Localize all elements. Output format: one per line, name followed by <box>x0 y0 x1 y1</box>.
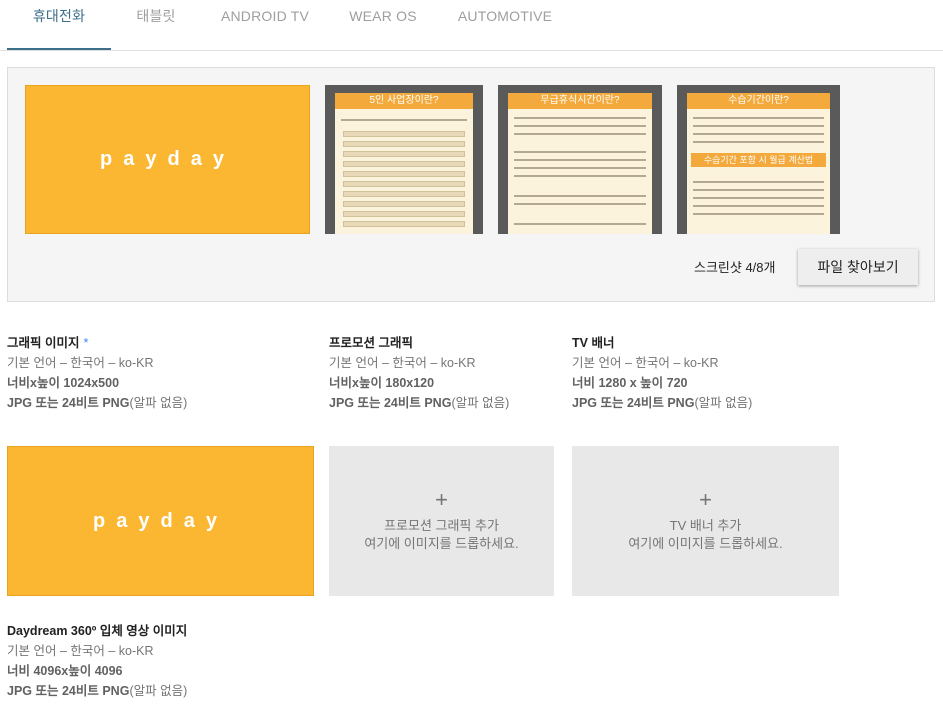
promo-graphic-dropzone[interactable]: + 프로모션 그래픽 추가 여기에 이미지를 드롭하세요. <box>329 446 554 596</box>
screenshot-heading: 5인 사업장이란? <box>335 93 473 109</box>
screenshot-heading: 무급휴식시간이란? <box>508 93 652 109</box>
asset-size: 너비 4096x높이 4096 <box>7 664 123 678</box>
brand-logo-text: payday <box>93 509 228 532</box>
screenshot-thumbnail-2[interactable]: 무급휴식시간이란? <box>498 85 662 234</box>
asset-language: 기본 언어 – 한국어 – ko-KR <box>572 356 719 370</box>
brand-logo-text: payday <box>100 148 235 170</box>
asset-format: JPG 또는 24비트 PNG <box>329 396 452 410</box>
dropzone-label: 프로모션 그래픽 추가 <box>384 518 499 533</box>
screenshot-heading: 수습기간이란? <box>687 93 830 109</box>
screenshots-panel: payday 5인 사업장이란? 무급휴식시간이란? 수습기간이란? 수습기간 … <box>7 67 935 302</box>
asset-size: 너비 1280 x 높이 720 <box>572 376 688 390</box>
asset-title: 프로모션 그래픽 <box>329 336 413 350</box>
asset-size: 너비x높이 180x120 <box>329 376 435 390</box>
feature-graphic-image[interactable]: payday <box>7 446 314 596</box>
screenshot-count: 스크린샷 4/8개 <box>694 260 776 275</box>
asset-language: 기본 언어 – 한국어 – ko-KR <box>7 356 154 370</box>
dropzone-hint: 여기에 이미지를 드롭하세요. <box>628 536 783 551</box>
dropzone-hint: 여기에 이미지를 드롭하세요. <box>364 536 519 551</box>
promo-graphic-info: 프로모션 그래픽 기본 언어 – 한국어 – ko-KR 너비x높이 180x1… <box>329 333 509 413</box>
asset-language: 기본 언어 – 한국어 – ko-KR <box>7 644 154 658</box>
asset-format: JPG 또는 24비트 PNG <box>7 396 130 410</box>
tv-banner-dropzone[interactable]: + TV 배너 추가 여기에 이미지를 드롭하세요. <box>572 446 839 596</box>
asset-size: 너비x높이 1024x500 <box>7 376 120 390</box>
tab-wear-os[interactable]: WEAR OS <box>340 0 426 50</box>
asset-format-note: (알파 없음) <box>129 684 188 698</box>
tab-phone[interactable]: 휴대전화 <box>7 0 111 50</box>
screenshot-thumbnail-3[interactable]: 수습기간이란? 수습기간 포함 시 월급 계산법 <box>677 85 840 234</box>
screenshot-subheading: 수습기간 포함 시 월급 계산법 <box>691 153 826 167</box>
device-tabs: 휴대전화 태블릿 ANDROID TV WEAR OS AUTOMOTIVE <box>0 0 943 51</box>
asset-format-note: (알파 없음) <box>694 396 753 410</box>
tab-android-tv[interactable]: ANDROID TV <box>211 0 319 50</box>
browse-files-button[interactable]: 파일 찾아보기 <box>798 249 918 285</box>
plus-icon: + <box>435 487 448 512</box>
asset-format: JPG 또는 24비트 PNG <box>7 684 130 698</box>
asset-language: 기본 언어 – 한국어 – ko-KR <box>329 356 476 370</box>
screenshot-thumbnail-1[interactable]: 5인 사업장이란? <box>325 85 483 234</box>
asset-format: JPG 또는 24비트 PNG <box>572 396 695 410</box>
asset-format-note: (알파 없음) <box>451 396 510 410</box>
active-tab-indicator <box>7 48 111 50</box>
plus-icon: + <box>699 487 712 512</box>
asset-title: TV 배너 <box>572 336 615 350</box>
asset-title: 그래픽 이미지 <box>7 336 80 350</box>
required-mark: * <box>83 336 89 350</box>
tab-automotive[interactable]: AUTOMOTIVE <box>451 0 559 50</box>
screenshot-feature-image[interactable]: payday <box>25 85 310 234</box>
feature-graphic-info: 그래픽 이미지 * 기본 언어 – 한국어 – ko-KR 너비x높이 1024x… <box>7 333 187 413</box>
asset-format-note: (알파 없음) <box>129 396 188 410</box>
dropzone-label: TV 배너 추가 <box>669 518 742 533</box>
tv-banner-info: TV 배너 기본 언어 – 한국어 – ko-KR 너비 1280 x 높이 7… <box>572 333 752 413</box>
daydream-image-info: Daydream 360º 입체 영상 이미지 기본 언어 – 한국어 – ko… <box>7 621 187 701</box>
tab-tablet[interactable]: 태블릿 <box>118 0 194 50</box>
asset-title: Daydream 360º 입체 영상 이미지 <box>7 624 188 638</box>
